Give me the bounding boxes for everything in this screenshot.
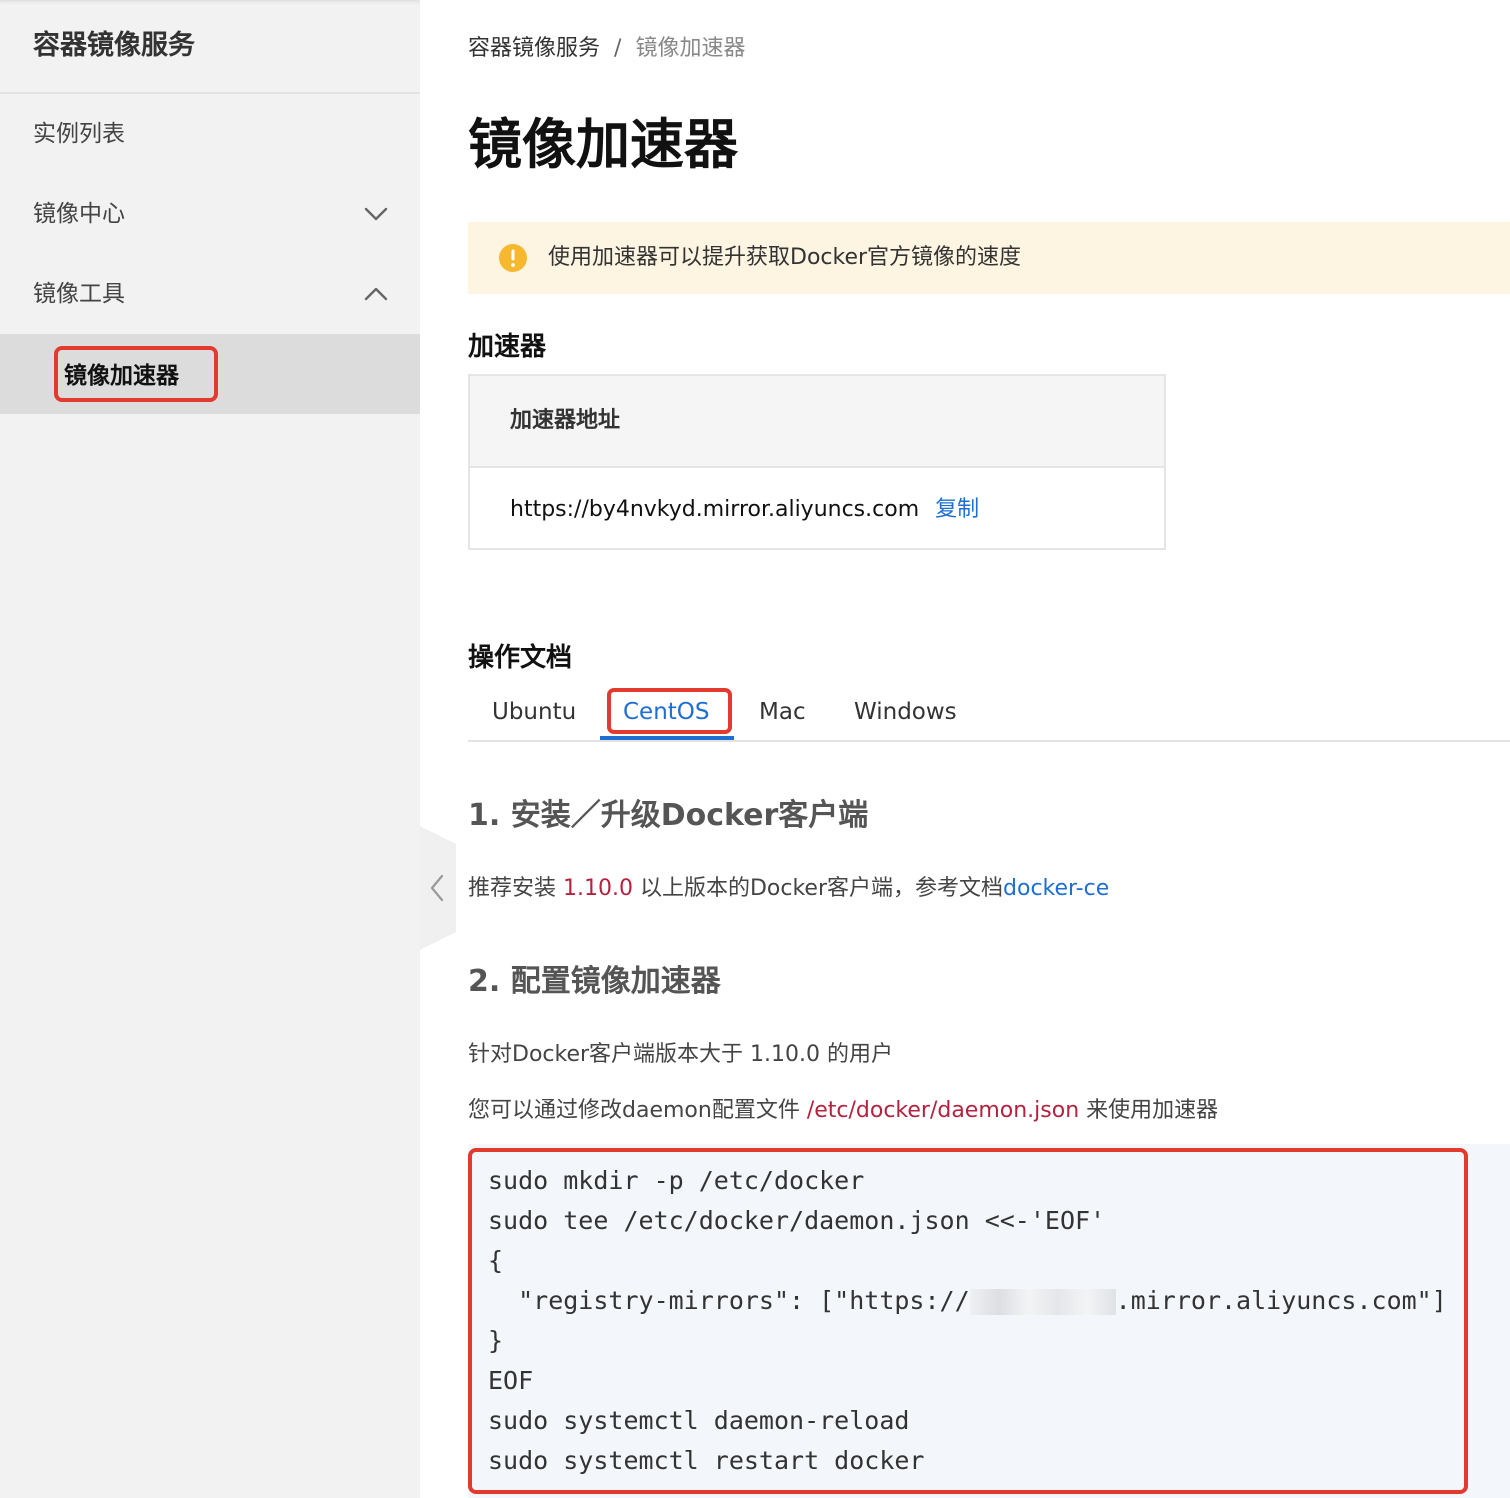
docs-section-title: 操作文档 [468, 643, 573, 673]
highlight-box [468, 1148, 1468, 1494]
sidebar-item-label: 实例列表 [33, 121, 125, 147]
sidebar-item-image-tools[interactable]: 镜像工具 [0, 254, 420, 334]
accelerator-table: 加速器地址 https://by4nvkyd.mirror.aliyuncs.c… [468, 374, 1166, 550]
accelerator-table-header: 加速器地址 [470, 376, 1164, 468]
highlight-box [607, 688, 732, 734]
step1-title: 1. 安装／升级Docker客户端 [468, 798, 869, 833]
version-number: 1.10.0 [563, 876, 633, 901]
active-tab-indicator [600, 736, 734, 740]
tab-windows[interactable]: Windows [854, 684, 957, 740]
sidebar-item-image-center[interactable]: 镜像中心 [0, 174, 420, 254]
config-path: /etc/docker/daemon.json [806, 1098, 1080, 1123]
step2-title: 2. 配置镜像加速器 [468, 964, 721, 999]
step2-text-before: 您可以通过修改daemon配置文件 [468, 1098, 807, 1123]
step1-text: 推荐安装 1.10.0 以上版本的Docker客户端，参考文档docker-ce [468, 870, 1109, 902]
sidebar-item-label: 镜像中心 [33, 201, 125, 227]
step2-line1: 针对Docker客户端版本大于 1.10.0 的用户 [468, 1042, 893, 1067]
docker-ce-link[interactable]: docker-ce [1003, 876, 1109, 901]
step1-text-after: 以上版本的Docker客户端，参考文档 [632, 876, 1004, 901]
highlight-box [54, 346, 218, 402]
step2-text-after: 来使用加速器 [1079, 1098, 1219, 1123]
warning-icon [499, 244, 527, 272]
page-title: 镜像加速器 [468, 113, 738, 176]
breadcrumb-separator: / [614, 36, 622, 61]
os-tabs: Ubuntu CentOS Mac Windows [468, 684, 1510, 742]
tab-mac[interactable]: Mac [759, 684, 806, 740]
breadcrumb-root[interactable]: 容器镜像服务 [468, 36, 600, 61]
tab-ubuntu[interactable]: Ubuntu [492, 684, 576, 740]
sidebar: 容器镜像服务 实例列表 镜像中心 镜像工具 镜像加速器 [0, 0, 420, 1498]
collapse-sidebar-button[interactable] [420, 826, 456, 950]
copy-link[interactable]: 复制 [935, 497, 979, 522]
code-block: sudo mkdir -p /etc/docker sudo tee /etc/… [468, 1144, 1510, 1498]
breadcrumb-current: 镜像加速器 [635, 36, 746, 61]
sidebar-subitem-accelerator[interactable]: 镜像加速器 [0, 334, 420, 414]
notice-banner: 使用加速器可以提升获取Docker官方镜像的速度 [468, 222, 1510, 294]
step2-line2: 您可以通过修改daemon配置文件 /etc/docker/daemon.jso… [468, 1092, 1218, 1124]
accelerator-url-row: https://by4nvkyd.mirror.aliyuncs.com 复制 [470, 468, 1164, 552]
sidebar-title: 容器镜像服务 [0, 0, 420, 94]
sidebar-item-label: 镜像工具 [33, 281, 125, 307]
notice-text: 使用加速器可以提升获取Docker官方镜像的速度 [548, 245, 1022, 270]
sidebar-item-instances[interactable]: 实例列表 [0, 94, 420, 174]
breadcrumb: 容器镜像服务 / 镜像加速器 [468, 30, 745, 62]
chevron-up-icon [364, 287, 388, 301]
accelerator-url: https://by4nvkyd.mirror.aliyuncs.com [510, 497, 920, 522]
accelerator-section-title: 加速器 [468, 332, 547, 362]
step1-text-before: 推荐安装 [468, 876, 563, 901]
chevron-down-icon [364, 207, 388, 221]
